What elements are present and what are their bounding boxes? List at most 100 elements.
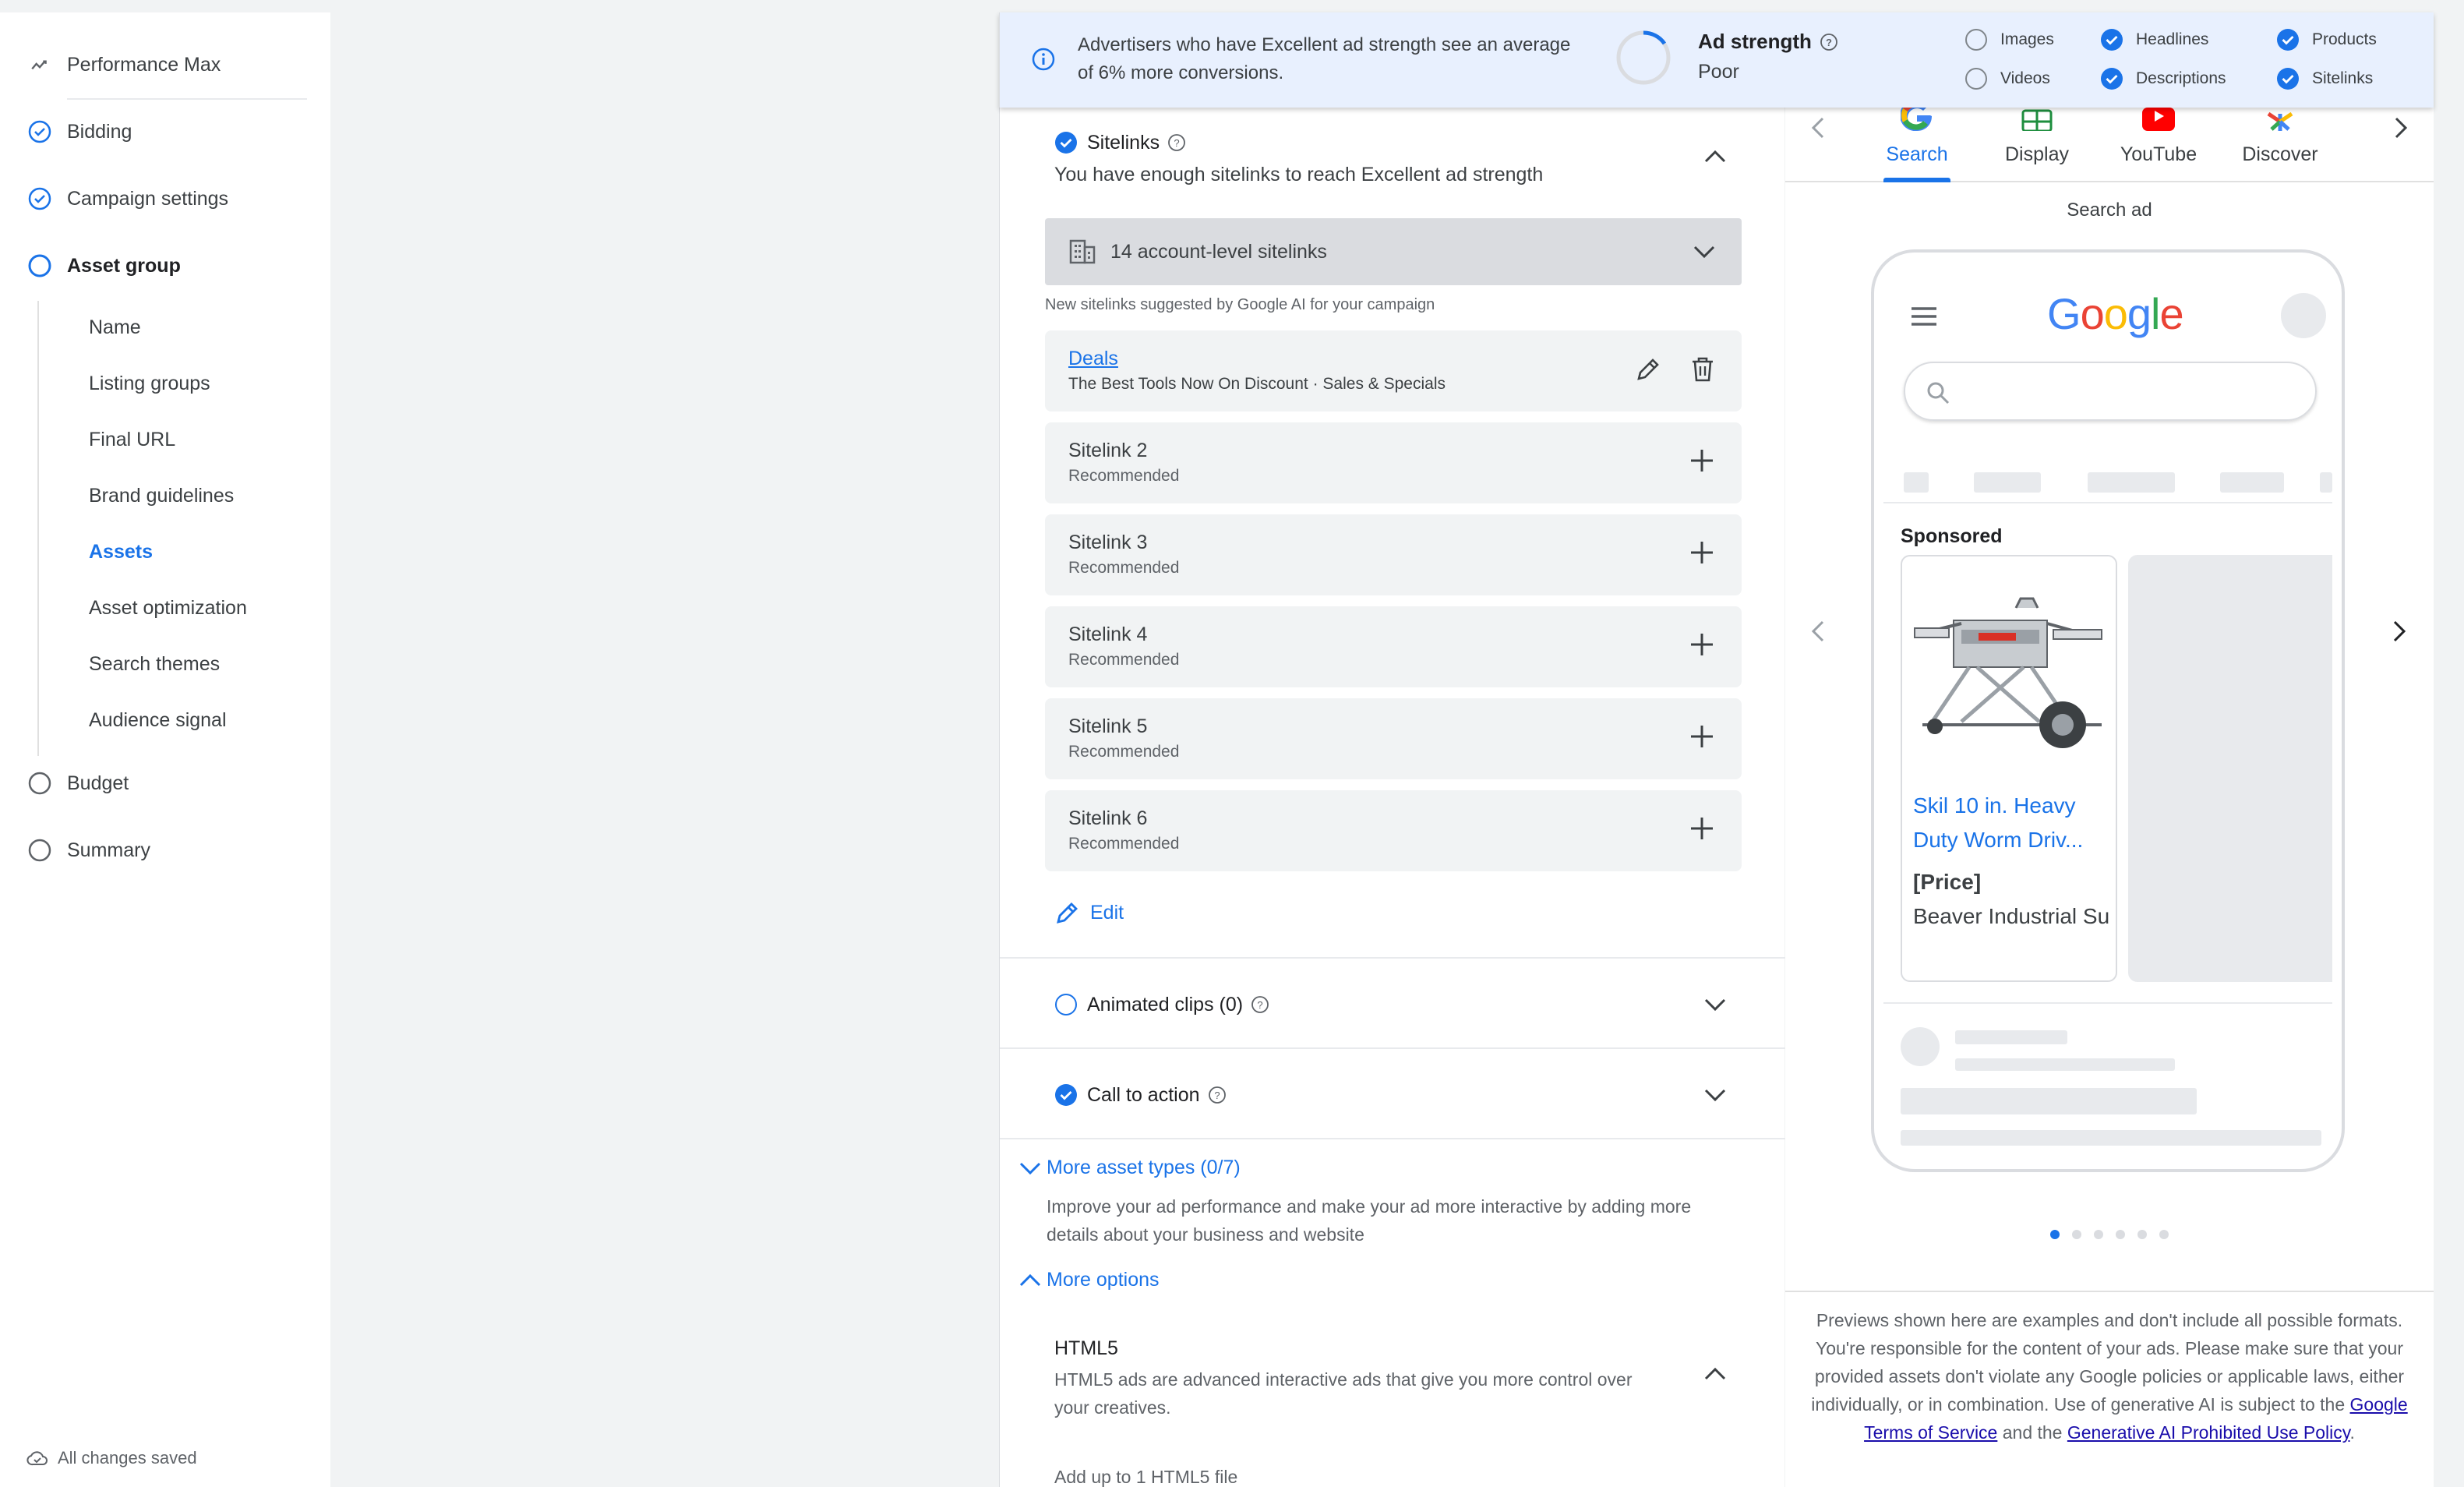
carousel-dot[interactable] bbox=[2137, 1230, 2147, 1239]
sub-item-listing-groups[interactable]: Listing groups bbox=[89, 369, 210, 397]
help-icon[interactable]: ? bbox=[1208, 1086, 1227, 1104]
sub-item-assets[interactable]: Assets bbox=[89, 538, 153, 566]
carousel-dot[interactable] bbox=[2072, 1230, 2081, 1239]
divider bbox=[1000, 1138, 1785, 1139]
checklist-label: Products bbox=[2312, 30, 2377, 48]
sitelink-title-link[interactable]: Deals bbox=[1068, 348, 1718, 370]
product-title-link: Skil 10 in. Heavy Duty Worm Driv... bbox=[1913, 793, 2084, 852]
sub-item-asset-optimization[interactable]: Asset optimization bbox=[89, 594, 247, 622]
more-options-toggle[interactable]: More options bbox=[1018, 1269, 1160, 1291]
sidebar-item-asset-group[interactable]: Asset group bbox=[26, 246, 181, 285]
sub-item-final-url[interactable]: Final URL bbox=[89, 426, 175, 454]
chevron-down-icon[interactable] bbox=[1702, 996, 1728, 1013]
sidebar-item-summary[interactable]: Summary bbox=[26, 831, 150, 870]
avatar bbox=[2281, 293, 2326, 338]
placeholder-bar bbox=[1955, 1058, 2175, 1071]
delete-trash-icon[interactable] bbox=[1690, 355, 1715, 383]
help-icon[interactable]: ? bbox=[1167, 133, 1186, 152]
sidebar-title[interactable]: Performance Max bbox=[26, 45, 221, 84]
html5-description: HTML5 ads are advanced interactive ads t… bbox=[1054, 1369, 1633, 1418]
chevron-down-icon[interactable] bbox=[1702, 1086, 1728, 1104]
checklist-item-descriptions: Descriptions bbox=[2100, 67, 2226, 90]
help-icon[interactable]: ? bbox=[1820, 33, 1838, 51]
chevron-up-icon[interactable] bbox=[1702, 1365, 1728, 1383]
sub-item-name[interactable]: Name bbox=[89, 313, 141, 341]
chevron-left-icon[interactable] bbox=[1809, 617, 1827, 645]
sub-item-search-themes[interactable]: Search themes bbox=[89, 650, 220, 678]
phone-screen: Google Sponsored Skil 10 in. Heavy Duty … bbox=[1883, 262, 2332, 1160]
sub-item-audience-signal[interactable]: Audience signal bbox=[89, 706, 227, 734]
account-sitelinks-label: 14 account-level sitelinks bbox=[1110, 240, 1327, 263]
chevron-right-icon[interactable] bbox=[2392, 114, 2410, 142]
account-sitelinks-dropdown[interactable]: 14 account-level sitelinks bbox=[1045, 218, 1742, 285]
disclaimer-and-text: and the bbox=[2002, 1422, 2063, 1443]
ad-strength-ring bbox=[1614, 28, 1673, 87]
placeholder-bar bbox=[2220, 472, 2284, 493]
sitelink-card: Sitelink 3 Recommended bbox=[1045, 514, 1742, 595]
add-plus-icon[interactable] bbox=[1689, 723, 1715, 750]
edit-label: Edit bbox=[1090, 901, 1124, 924]
google-g-icon bbox=[1901, 108, 1933, 131]
edit-pencil-icon[interactable] bbox=[1634, 355, 1662, 383]
prohibited-use-policy-link[interactable]: Generative AI Prohibited Use Policy bbox=[2067, 1422, 2350, 1443]
placeholder-bar bbox=[1955, 1030, 2067, 1044]
chevron-right-icon[interactable] bbox=[2390, 617, 2409, 645]
sitelink-description: Recommended bbox=[1068, 559, 1180, 577]
add-plus-icon[interactable] bbox=[1689, 539, 1715, 566]
google-logo: Google bbox=[2047, 289, 2184, 338]
chevron-up-icon bbox=[1018, 1273, 1042, 1288]
svg-text:?: ? bbox=[1257, 999, 1262, 1011]
empty-circle-icon bbox=[1964, 67, 1988, 90]
placeholder-bar bbox=[2088, 472, 2175, 493]
sidebar-title-label: Performance Max bbox=[67, 53, 221, 76]
animated-clips-header[interactable]: Animated clips (0) ? bbox=[1054, 993, 1269, 1016]
phone-frame: Google Sponsored Skil 10 in. Heavy Duty … bbox=[1871, 249, 2345, 1172]
chevron-down-icon bbox=[1018, 1160, 1042, 1176]
ad-strength-value: Poor bbox=[1698, 61, 1739, 83]
tab-youtube[interactable]: YouTube bbox=[2100, 108, 2217, 182]
carousel-dot[interactable] bbox=[2116, 1230, 2125, 1239]
sitelink-card: Sitelink 4 Recommended bbox=[1045, 606, 1742, 687]
divider bbox=[1000, 957, 1785, 959]
tab-discover[interactable]: Discover bbox=[2222, 108, 2339, 182]
product-card-placeholder bbox=[2128, 555, 2332, 982]
chevron-left-icon[interactable] bbox=[1809, 114, 1827, 142]
sidebar-item-budget[interactable]: Budget bbox=[26, 764, 129, 803]
sitelink-card: Deals The Best Tools Now On Discount · S… bbox=[1045, 330, 1742, 411]
carousel-dot[interactable] bbox=[2094, 1230, 2103, 1239]
sitelink-card: Sitelink 6 Recommended bbox=[1045, 790, 1742, 871]
call-to-action-header[interactable]: Call to action ? bbox=[1054, 1083, 1227, 1107]
add-plus-icon[interactable] bbox=[1689, 815, 1715, 842]
sitelink-title: Sitelink 6 bbox=[1068, 807, 1148, 829]
sitelinks-header[interactable]: Sitelinks ? bbox=[1054, 131, 1186, 154]
sidebar-item-campaign-settings[interactable]: Campaign settings bbox=[26, 179, 228, 218]
more-asset-types-toggle[interactable]: More asset types (0/7) bbox=[1018, 1157, 1241, 1179]
check-circle-filled-icon bbox=[2100, 28, 2123, 51]
carousel-dot[interactable] bbox=[2159, 1230, 2169, 1239]
checklist-label: Descriptions bbox=[2136, 69, 2226, 87]
help-icon[interactable]: ? bbox=[1251, 995, 1269, 1014]
check-circle-filled-icon bbox=[2276, 67, 2300, 90]
chevron-up-icon[interactable] bbox=[1702, 148, 1728, 165]
add-plus-icon[interactable] bbox=[1689, 631, 1715, 658]
empty-circle-icon bbox=[26, 770, 53, 796]
ad-strength-banner: Advertisers who have Excellent ad streng… bbox=[999, 12, 2434, 108]
placeholder-bar bbox=[1974, 472, 2041, 493]
sub-item-brand-guidelines[interactable]: Brand guidelines bbox=[89, 482, 234, 510]
sub-items-rail bbox=[37, 301, 39, 756]
disclaimer-end: . bbox=[2349, 1422, 2355, 1443]
sitelink-description: The Best Tools Now On Discount · Sales &… bbox=[1068, 375, 1446, 393]
more-asset-types-description: Improve your ad performance and make you… bbox=[1047, 1196, 1692, 1245]
save-status-label: All changes saved bbox=[58, 1448, 197, 1468]
youtube-icon bbox=[2141, 108, 2176, 131]
sitelink-title: Sitelink 4 bbox=[1068, 623, 1148, 645]
placeholder-bar bbox=[1904, 472, 1929, 493]
carousel-dot-active[interactable] bbox=[2050, 1230, 2060, 1239]
divider bbox=[1000, 1047, 1785, 1049]
tab-display[interactable]: Display bbox=[1979, 108, 2095, 182]
sidebar-item-bidding[interactable]: Bidding bbox=[26, 112, 132, 151]
add-plus-icon[interactable] bbox=[1689, 447, 1715, 474]
edit-sitelinks-button[interactable]: Edit bbox=[1054, 899, 1124, 926]
assets-editor-panel: Sitelinks ? You have enough sitelinks to… bbox=[999, 108, 1785, 1487]
tab-search[interactable]: Search bbox=[1859, 108, 1975, 182]
